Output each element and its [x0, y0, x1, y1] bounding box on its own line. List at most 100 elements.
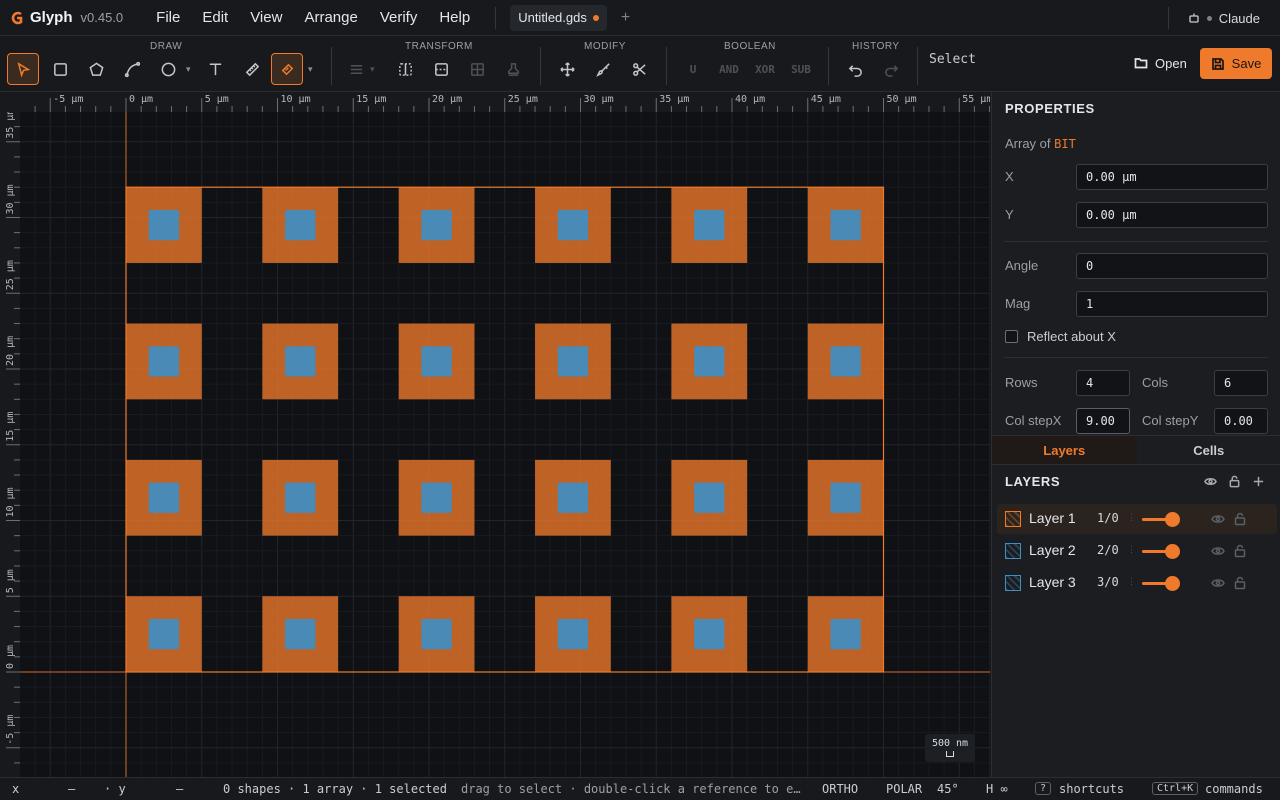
layer-swatch[interactable]	[1005, 575, 1021, 591]
layer-swatch[interactable]	[1005, 543, 1021, 559]
bit-cell-inner	[421, 209, 452, 241]
redo-button[interactable]	[875, 53, 907, 85]
ruler-y-label: 35 µm	[5, 109, 16, 139]
mag-field[interactable]: 1	[1076, 291, 1268, 317]
layer-drag-handle-icon[interactable]: ⋮	[1127, 512, 1136, 523]
layer-lock-icon[interactable]	[1233, 576, 1247, 590]
new-tab-plus-icon[interactable]: +	[621, 9, 630, 27]
bit-cell-inner	[830, 618, 861, 650]
save-button[interactable]: Save	[1200, 48, 1272, 79]
toolbar-divider	[331, 47, 332, 85]
angle-field[interactable]: 0	[1076, 253, 1268, 279]
layer-row[interactable]: Layer 2 2/0 ⋮	[997, 536, 1277, 566]
layer-lock-icon[interactable]	[1233, 512, 1247, 526]
layer-eye-icon[interactable]	[1211, 512, 1225, 526]
circle-options-chevron-icon[interactable]: ▾	[186, 64, 191, 75]
reflect-checkbox[interactable]	[1005, 330, 1018, 343]
layer-eye-icon[interactable]	[1211, 576, 1225, 590]
layer-eye-icon[interactable]	[1211, 544, 1225, 558]
select-tool-button[interactable]	[7, 53, 39, 85]
bit-cell-inner	[148, 618, 180, 650]
ruler-x-label: 20 µm	[432, 94, 462, 105]
add-layer-plus-icon[interactable]	[1252, 475, 1265, 488]
shortcuts-key[interactable]: ?	[1035, 782, 1052, 795]
canvas-drawing[interactable]: -5 µm 0 µm 5 µm 10 µm 15 µm 20 µm 25 µm 30 µm 35…	[0, 92, 990, 777]
paint-button[interactable]	[587, 53, 619, 85]
stamp-button[interactable]	[497, 53, 529, 85]
move-button[interactable]	[551, 53, 583, 85]
layer-name: Layer 1	[1029, 510, 1076, 526]
align-options-chevron-icon[interactable]: ▾	[370, 64, 375, 75]
ruler-tool-button[interactable]	[236, 53, 268, 85]
subtract-button[interactable]: SUB	[785, 53, 817, 85]
reflect-label[interactable]: Reflect about X	[1027, 329, 1116, 344]
status-dot-icon	[1206, 15, 1212, 21]
current-mode-label: Select	[929, 52, 976, 67]
col-stepx-field[interactable]: 9.00	[1076, 408, 1130, 434]
unlock-all-lock-icon[interactable]	[1228, 475, 1241, 488]
menu-verify[interactable]: Verify	[369, 9, 429, 26]
polar-angle[interactable]: 45°	[937, 782, 959, 796]
layer-opacity-slider[interactable]	[1142, 544, 1181, 559]
and-button[interactable]: AND	[713, 53, 745, 85]
menu-arrange[interactable]: Arrange	[293, 9, 368, 26]
bit-cell-inner	[557, 482, 589, 513]
undo-button[interactable]	[839, 53, 871, 85]
layer-opacity-slider[interactable]	[1142, 512, 1181, 527]
scale-bar-label: 500 nm	[931, 738, 969, 749]
tab-layers[interactable]: Layers	[992, 436, 1137, 464]
path-tool-button[interactable]	[116, 53, 148, 85]
layer-drag-handle-icon[interactable]: ⋮	[1127, 576, 1136, 587]
layer-lock-icon[interactable]	[1233, 544, 1247, 558]
slider-knob[interactable]	[1165, 544, 1181, 559]
flip-vertical-button[interactable]	[425, 53, 457, 85]
union-button[interactable]: U	[677, 53, 709, 85]
flip-horizontal-button[interactable]	[389, 53, 421, 85]
tab-cells[interactable]: Cells	[1137, 436, 1280, 464]
array-grid-button[interactable]	[461, 53, 493, 85]
document-tab[interactable]: Untitled.gds	[510, 4, 607, 31]
undo-icon	[848, 64, 862, 77]
layer-opacity-slider[interactable]	[1142, 576, 1181, 591]
toolbar-divider	[917, 47, 918, 85]
open-button[interactable]: Open	[1124, 48, 1197, 78]
rectangle-tool-button[interactable]	[44, 53, 76, 85]
ruler-y-label: 0 µm	[5, 645, 16, 669]
layer-row[interactable]: Layer 1 1/0 ⋮	[997, 504, 1277, 534]
polar-toggle[interactable]: POLAR	[886, 782, 922, 796]
menu-edit[interactable]: Edit	[191, 9, 239, 26]
array-cell-name[interactable]: BIT	[1054, 137, 1076, 151]
layout-canvas[interactable]: -5 µm 0 µm 5 µm 10 µm 15 µm 20 µm 25 µm 30 µm 35…	[0, 92, 990, 777]
layer-row[interactable]: Layer 3 3/0 ⋮	[997, 568, 1277, 598]
commands-label[interactable]: commands	[1205, 782, 1263, 796]
shortcuts-label[interactable]: shortcuts	[1059, 782, 1124, 796]
menu-help[interactable]: Help	[428, 9, 481, 26]
slider-knob[interactable]	[1165, 512, 1181, 527]
circle-tool-button[interactable]	[152, 53, 184, 85]
text-tool-button[interactable]	[199, 53, 231, 85]
menu-view[interactable]: View	[239, 9, 293, 26]
y-field[interactable]: 0.00 µm	[1076, 202, 1268, 228]
xor-button[interactable]: XOR	[749, 53, 781, 85]
slider-knob[interactable]	[1165, 576, 1181, 591]
show-all-eye-icon[interactable]	[1204, 475, 1217, 488]
menu-file[interactable]: File	[145, 9, 191, 26]
layer-drag-handle-icon[interactable]: ⋮	[1127, 544, 1136, 555]
x-field[interactable]: 0.00 µm	[1076, 164, 1268, 190]
col-stepy-field[interactable]: 0.00	[1214, 408, 1268, 434]
cols-field[interactable]: 6	[1214, 370, 1268, 396]
cut-button[interactable]	[623, 53, 655, 85]
user-badge[interactable]: Claude	[1188, 0, 1260, 36]
snap-tool-button[interactable]	[271, 53, 303, 85]
layer-swatch[interactable]	[1005, 511, 1021, 527]
ortho-toggle[interactable]: ORTHO	[822, 782, 858, 796]
ruler-x-label: 35 µm	[659, 94, 689, 105]
commands-key[interactable]: Ctrl+K	[1152, 782, 1199, 795]
rows-field[interactable]: 4	[1076, 370, 1130, 396]
bit-cell-inner	[285, 346, 316, 377]
polygon-tool-button[interactable]	[80, 53, 112, 85]
cursor-y-label: · y	[104, 782, 126, 796]
toolbar-divider	[828, 47, 829, 85]
align-button[interactable]	[340, 53, 372, 85]
snap-options-chevron-icon[interactable]: ▾	[308, 64, 313, 75]
